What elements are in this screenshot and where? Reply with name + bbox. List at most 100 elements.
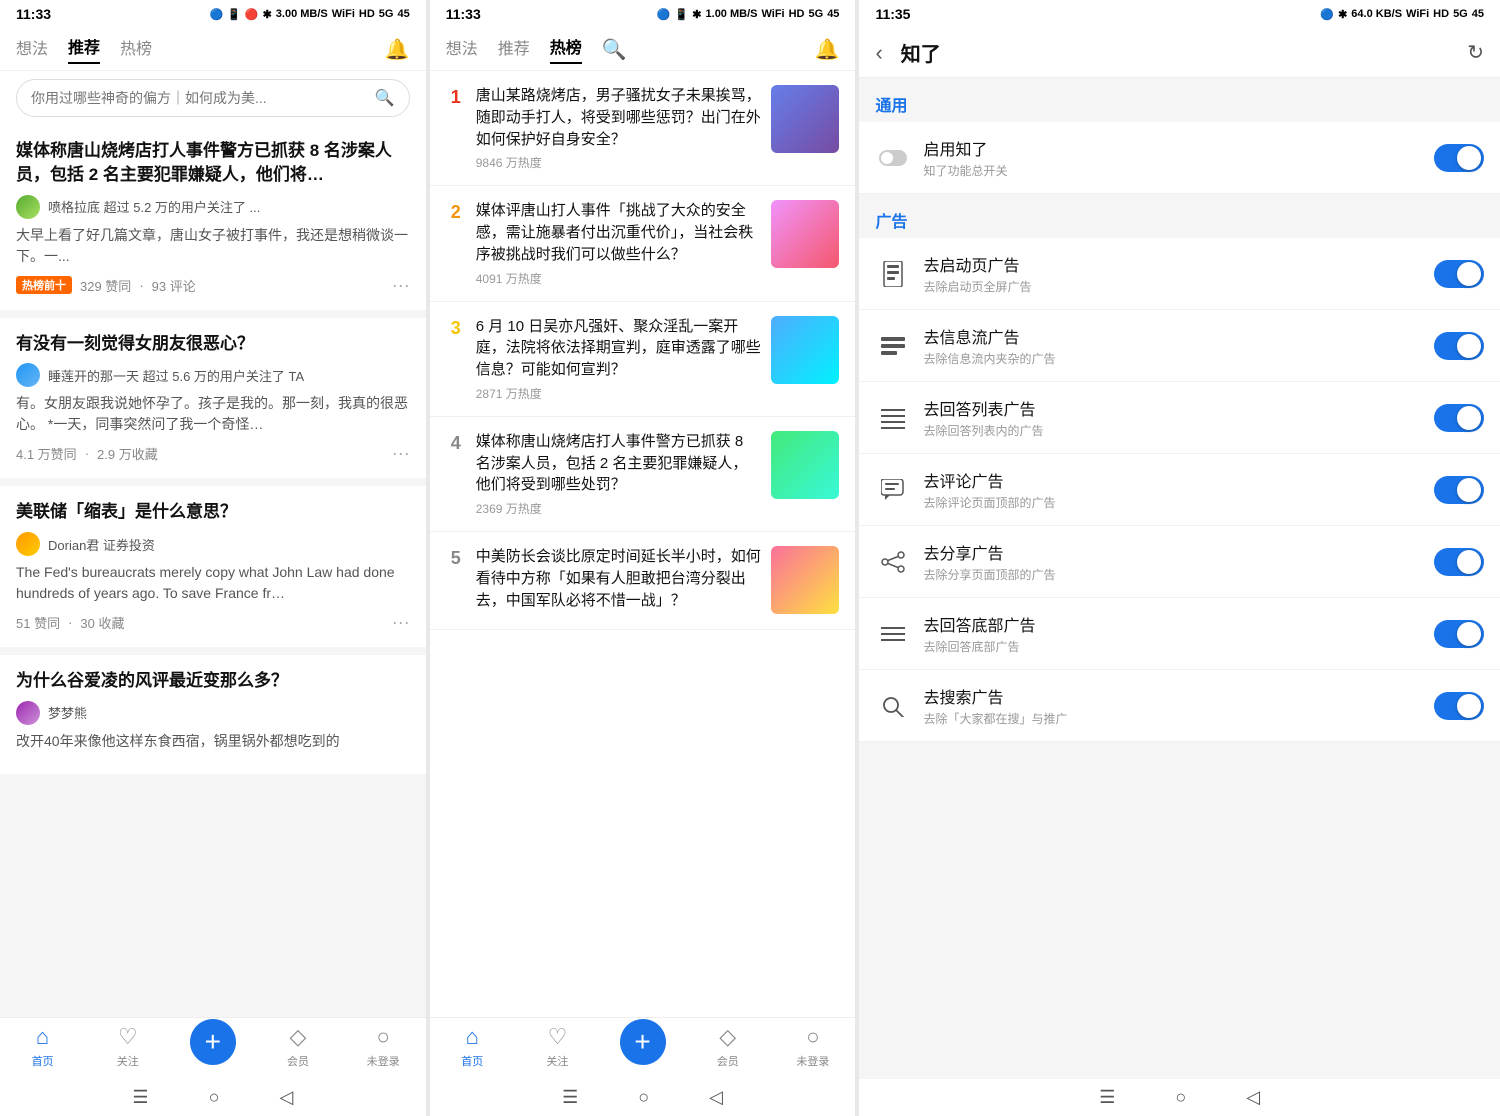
- signal-label-2: 1.00 MB/S: [706, 8, 758, 20]
- status-icons-3: 🔵 ✱ 64.0 KB/S WiFi HD 5G 45: [1320, 8, 1484, 21]
- bottom-nav-vip-1[interactable]: ◇ 会员: [255, 1024, 340, 1069]
- hot-item-4[interactable]: 5 中美防长会谈比原定时间延长半小时，如何看待中方称「如果有人胆敢把台湾分裂出去…: [430, 532, 856, 630]
- hot-text-3: 媒体称唐山烧烤店打人事件警方已抓获 8 名涉案人员，包括 2 名主要犯罪嫌疑人，…: [476, 431, 762, 517]
- settings-item-share[interactable]: 去分享广告 去除分享页面顶部的广告: [859, 526, 1500, 598]
- hot-img-3: [771, 431, 839, 499]
- settings-sub-comment: 去除评论页面顶部的广告: [923, 494, 1422, 511]
- settings-main-search: 去搜索广告: [923, 684, 1422, 708]
- feed-more-2[interactable]: ···: [392, 612, 410, 633]
- feed-item-1[interactable]: 有没有一刻觉得女朋友很恶心？ 睡莲开的那一天 超过 5.6 万的用户关注了 TA…: [0, 318, 426, 479]
- follow-icon-1: ♡: [118, 1024, 138, 1050]
- back-btn-2[interactable]: ◁: [709, 1087, 723, 1108]
- bottom-nav-follow-2[interactable]: ♡ 关注: [515, 1024, 600, 1069]
- hot-item-1[interactable]: 2 媒体评唐山打人事件「挑战了大众的安全感，需让施暴者付出沉重代价」，当社会秩序…: [430, 186, 856, 301]
- search-icon-2[interactable]: 🔍: [602, 37, 627, 62]
- home-icon-2: ⌂: [466, 1024, 479, 1050]
- toggle-feed[interactable]: [1434, 332, 1484, 360]
- refresh-button[interactable]: ↻: [1467, 40, 1484, 65]
- home-btn-1[interactable]: ○: [209, 1087, 220, 1108]
- menu-btn-2[interactable]: ☰: [562, 1087, 578, 1108]
- feed-more-1[interactable]: ···: [392, 443, 410, 464]
- feed-item-2[interactable]: 美联储「缩表」是什么意思？ Dorian君 证券投资 The Fed's bur…: [0, 486, 426, 647]
- settings-item-search[interactable]: 去搜索广告 去除「大家都在搜」与推广: [859, 670, 1500, 742]
- feed-comments-1: 2.9 万收藏: [97, 444, 158, 463]
- settings-item-splash[interactable]: 去启动页广告 去除启动页全屏广告: [859, 238, 1500, 310]
- bell-icon-2[interactable]: 🔔: [815, 37, 840, 62]
- back-btn-3[interactable]: ◁: [1246, 1087, 1260, 1108]
- feed-likes-2: 51 赞同: [16, 613, 60, 632]
- settings-sub-splash: 去除启动页全屏广告: [923, 278, 1422, 295]
- tab-hot-1[interactable]: 热榜: [120, 35, 152, 63]
- settings-text-comment: 去评论广告 去除评论页面顶部的广告: [923, 468, 1422, 511]
- settings-main-comment: 去评论广告: [923, 468, 1422, 492]
- hot-item-0[interactable]: 1 唐山某路烧烤店，男子骚扰女子未果挨骂，随即动手打人，将受到哪些惩罚？出门在外…: [430, 71, 856, 186]
- toggle-enable[interactable]: [1434, 144, 1484, 172]
- tab-thoughts-1[interactable]: 想法: [16, 35, 48, 63]
- bottom-nav-login-2[interactable]: ○ 未登录: [770, 1024, 855, 1069]
- search-ad-icon: [875, 688, 911, 724]
- feed-more-0[interactable]: ···: [392, 275, 410, 296]
- settings-item-comment[interactable]: 去评论广告 去除评论页面顶部的广告: [859, 454, 1500, 526]
- panel-recommend: 11:33 🔵 📱 🔴 ✱ 3.00 MB/S WiFi HD 5G 45 想法…: [0, 0, 426, 1116]
- menu-btn-1[interactable]: ☰: [132, 1087, 148, 1108]
- toggle-share[interactable]: [1434, 548, 1484, 576]
- add-button-1[interactable]: +: [190, 1019, 236, 1065]
- panel-settings: 11:35 🔵 ✱ 64.0 KB/S WiFi HD 5G 45 ‹ 知了 ↻…: [859, 0, 1500, 1116]
- search-icon-1[interactable]: 🔍: [375, 88, 395, 108]
- hot-text-4: 中美防长会谈比原定时间延长半小时，如何看待中方称「如果有人胆敢把台湾分裂出去，中…: [476, 546, 762, 615]
- settings-item-answer-bottom[interactable]: 去回答底部广告 去除回答底部广告: [859, 598, 1500, 670]
- signal-icon: 3.00 MB/S: [276, 8, 328, 20]
- bottom-nav-login-1[interactable]: ○ 未登录: [341, 1024, 426, 1069]
- menu-btn-3[interactable]: ☰: [1099, 1087, 1115, 1108]
- follow-label-1: 关注: [117, 1053, 139, 1069]
- back-btn-1[interactable]: ◁: [279, 1087, 293, 1108]
- tab-hot-2[interactable]: 热榜: [550, 34, 582, 64]
- add-item-1: +: [170, 1024, 255, 1069]
- settings-item-feed[interactable]: 去信息流广告 去除信息流内夹杂的广告: [859, 310, 1500, 382]
- 5g-icon: 5G: [379, 8, 394, 20]
- search-bar-1[interactable]: 🔍: [16, 79, 410, 117]
- settings-main-feed: 去信息流广告: [923, 324, 1422, 348]
- status-icons-1: 🔵 📱 🔴 ✱ 3.00 MB/S WiFi HD 5G 45: [209, 8, 409, 21]
- feed-author-2: Dorian君 证券投资: [48, 535, 155, 554]
- feed-title-3: 为什么谷爱凌的风评最近变那么多？: [16, 669, 410, 693]
- feed-item-0[interactable]: 媒体称唐山烧烤店打人事件警方已抓获 8 名涉案人员，包括 2 名主要犯罪嫌疑人，…: [0, 125, 426, 310]
- bluetooth-icon-2: ✱: [692, 8, 701, 21]
- toggle-splash[interactable]: [1434, 260, 1484, 288]
- settings-item-answer-list[interactable]: 去回答列表广告 去除回答列表内的广告: [859, 382, 1500, 454]
- home-btn-2[interactable]: ○: [638, 1087, 649, 1108]
- follow-label-2: 关注: [546, 1053, 568, 1069]
- tab-recommend-1[interactable]: 推荐: [68, 34, 100, 64]
- bottom-nav-home-2[interactable]: ⌂ 首页: [430, 1024, 515, 1069]
- home-btn-3[interactable]: ○: [1175, 1087, 1186, 1108]
- feed-excerpt-3: 改开40年来像他这样东食西宿，锅里锅外都想吃到的: [16, 731, 410, 752]
- settings-item-enable[interactable]: 启用知了 知了功能总开关: [859, 122, 1500, 194]
- 5g-icon-2: 5G: [809, 8, 824, 20]
- toggle-comment[interactable]: [1434, 476, 1484, 504]
- add-button-2[interactable]: +: [620, 1019, 666, 1065]
- home-label-2: 首页: [461, 1053, 483, 1069]
- bottom-nav-home-1[interactable]: ⌂ 首页: [0, 1024, 85, 1069]
- bluetooth-icon-3: ✱: [1338, 8, 1347, 21]
- notification-icon-3: 🔵: [1320, 8, 1334, 21]
- back-button[interactable]: ‹: [875, 40, 882, 66]
- hot-text-2: 6 月 10 日吴亦凡强奸、聚众淫乱一案开庭，法院将依法择期宣判，庭审透露了哪些…: [476, 316, 762, 402]
- settings-text-feed: 去信息流广告 去除信息流内夹杂的广告: [923, 324, 1422, 367]
- feed-author-1: 睡莲开的那一天 超过 5.6 万的用户关注了 TA: [48, 366, 304, 385]
- bottom-nav-vip-2[interactable]: ◇ 会员: [685, 1024, 770, 1069]
- battery-icon-2: 45: [827, 8, 839, 20]
- search-input-1[interactable]: [31, 90, 375, 106]
- follow-icon-2: ♡: [548, 1024, 568, 1050]
- toggle-search[interactable]: [1434, 692, 1484, 720]
- hot-item-3[interactable]: 4 媒体称唐山烧烤店打人事件警方已抓获 8 名涉案人员，包括 2 名主要犯罪嫌疑…: [430, 417, 856, 532]
- feed-item-3[interactable]: 为什么谷爱凌的风评最近变那么多？ 梦梦熊 改开40年来像他这样东食西宿，锅里锅外…: [0, 655, 426, 774]
- bottom-nav-follow-1[interactable]: ♡ 关注: [85, 1024, 170, 1069]
- tab-recommend-2[interactable]: 推荐: [498, 35, 530, 63]
- hot-item-2[interactable]: 3 6 月 10 日吴亦凡强奸、聚众淫乱一案开庭，法院将依法择期宣判，庭审透露了…: [430, 302, 856, 417]
- settings-sub-search: 去除「大家都在搜」与推广: [923, 710, 1422, 727]
- toggle-answer-list[interactable]: [1434, 404, 1484, 432]
- home-icon-1: ⌂: [36, 1024, 49, 1050]
- toggle-answer-bottom[interactable]: [1434, 620, 1484, 648]
- tab-thoughts-2[interactable]: 想法: [446, 35, 478, 63]
- bell-icon-1[interactable]: 🔔: [385, 37, 410, 62]
